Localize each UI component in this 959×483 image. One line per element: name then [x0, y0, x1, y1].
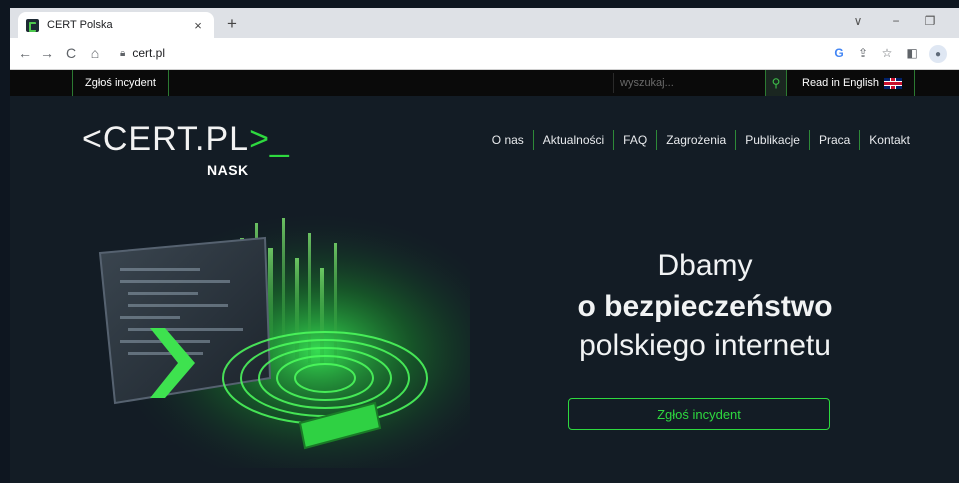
tab-search-icon[interactable]: ∨ — [848, 14, 868, 28]
search-button[interactable]: ⚲ — [765, 70, 787, 96]
hero-line-3: polskiego internetu — [579, 329, 831, 362]
forward-icon[interactable]: → — [38, 45, 56, 61]
address-toolbar: ← → C ⌂ 🔒︎ cert.pl G ⇪ ☆ ◧ ● — [10, 38, 959, 70]
uk-flag-icon — [884, 77, 903, 89]
hero-line-2: o bezpieczeństwo — [577, 290, 833, 323]
url-text[interactable]: cert.pl — [132, 46, 165, 60]
nav-item-faq[interactable]: FAQ — [613, 130, 656, 150]
cert-favicon-icon — [26, 18, 39, 32]
share-icon[interactable]: ⇪ — [854, 46, 872, 60]
site-topbar: Zgłoś incydent ⚲ Read in English — [10, 70, 959, 96]
nav-item-kontakt[interactable]: Kontakt — [859, 130, 919, 150]
logo-text: <CERT.PL — [82, 120, 250, 158]
report-incident-link[interactable]: Zgłoś incydent — [72, 70, 169, 96]
language-switch[interactable]: Read in English — [790, 70, 916, 96]
star-icon[interactable]: ☆ — [878, 46, 896, 60]
hero-heading: Dbamy o bezpieczeństwo polskiego interne… — [555, 248, 855, 364]
profile-icon[interactable]: ● — [929, 45, 947, 63]
url-bar[interactable]: 🔒︎ cert.pl — [114, 41, 834, 65]
logo-nask: NASK — [207, 162, 249, 178]
browser-window: CERT Polska × + ∨ − ❐ ← → C ⌂ 🔒︎ cert.pl… — [10, 8, 959, 483]
nav-item-aktualnosci[interactable]: Aktualności — [532, 130, 613, 150]
google-icon[interactable]: G — [830, 46, 848, 60]
sidepanel-icon[interactable]: ◧ — [903, 46, 921, 60]
hero-illustration — [90, 208, 470, 468]
nav-item-o-nas[interactable]: O nas — [483, 130, 533, 150]
nav-item-publikacje[interactable]: Publikacje — [735, 130, 809, 150]
tab-title: CERT Polska — [47, 19, 113, 31]
search-icon: ⚲ — [771, 76, 781, 90]
reload-icon[interactable]: C — [62, 45, 80, 61]
nav-item-zagrozenia[interactable]: Zagrożenia — [656, 130, 735, 150]
lock-icon[interactable]: 🔒︎ — [120, 48, 125, 59]
search-box — [613, 73, 763, 93]
logo-accent: >_ — [249, 120, 290, 158]
minimize-icon[interactable]: − — [886, 14, 906, 28]
new-tab-button[interactable]: + — [223, 14, 241, 34]
laptop-screen — [98, 236, 272, 405]
restore-icon[interactable]: ❐ — [920, 14, 940, 28]
back-icon[interactable]: ← — [16, 45, 34, 61]
nav-item-praca[interactable]: Praca — [808, 130, 859, 150]
hero-line-1: Dbamy — [657, 249, 753, 282]
site-logo[interactable]: <CERT.PL>_ NASK — [82, 120, 289, 180]
language-label: Read in English — [802, 77, 880, 89]
tab-close-icon[interactable]: × — [190, 18, 206, 33]
main-nav: O nas Aktualności FAQ Zagrożenia Publika… — [483, 130, 919, 150]
report-incident-button[interactable]: Zgłoś incydent — [568, 398, 830, 430]
search-input[interactable] — [620, 77, 760, 89]
home-icon[interactable]: ⌂ — [86, 45, 104, 61]
browser-tab[interactable]: CERT Polska × — [18, 12, 214, 38]
tab-bar: CERT Polska × + ∨ − ❐ — [10, 8, 959, 38]
